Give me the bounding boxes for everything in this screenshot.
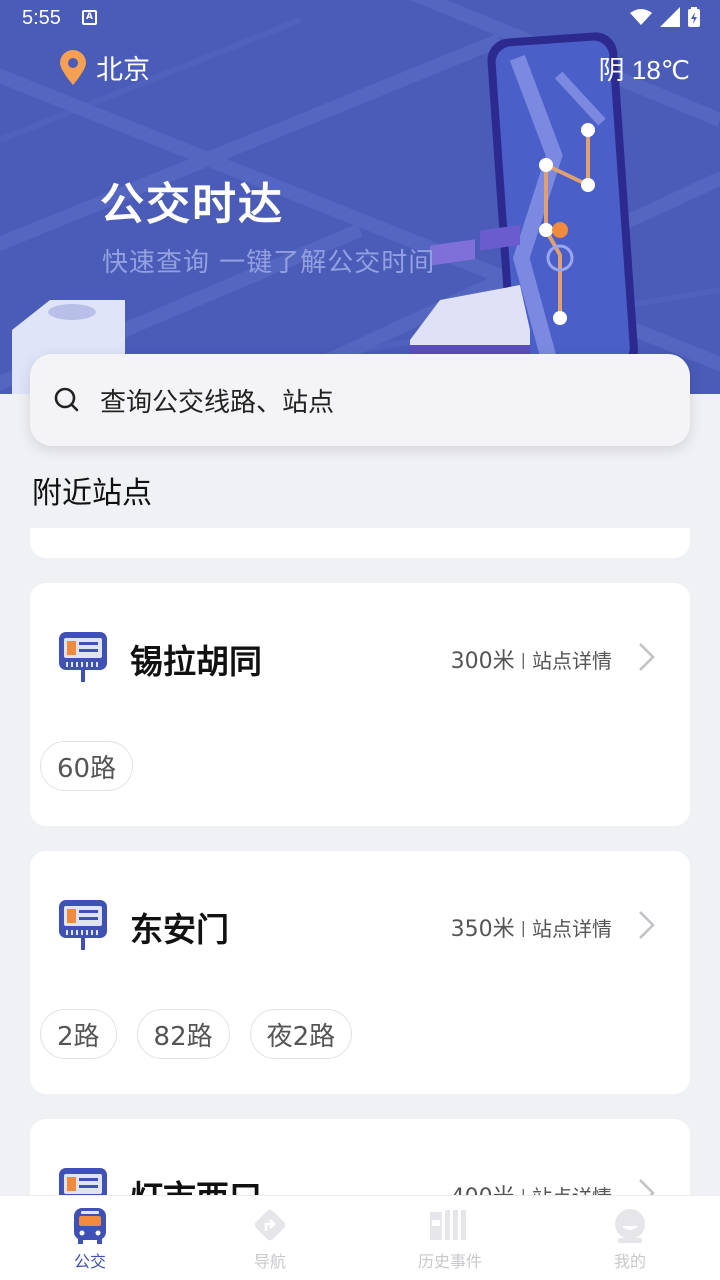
bus-stop-sign-icon [59,900,107,950]
wifi-icon [630,9,652,25]
route-tag[interactable]: 2路 [40,1009,117,1059]
status-icons [630,7,700,27]
chevron-right-icon [639,643,655,671]
stop-detail-link[interactable]: 站点详情 [532,645,612,674]
stop-card-header[interactable]: 锡拉胡同 300米 | 站点详情 [30,583,690,733]
stop-distance: 300米 [450,649,515,674]
navigation-icon [254,1209,286,1241]
search-bar[interactable]: 查询公交线路、站点 [30,354,690,446]
route-tag[interactable]: 82路 [136,1009,230,1059]
nav-tab-profile[interactable]: 我的 [540,1196,720,1280]
meta-separator: | [520,917,526,937]
stop-detail-link[interactable]: 站点详情 [532,913,612,942]
bus-icon [74,1208,106,1244]
stop-card: 东安门 350米 | 站点详情 2路 82路 夜2路 [30,851,690,1094]
stop-meta: 300米 | 站点详情 [451,643,612,675]
meta-separator: | [520,649,526,669]
route-tag[interactable]: 夜2路 [249,1009,353,1059]
notification-a-icon: A [82,10,97,25]
location-selector[interactable]: 北京 [58,48,150,87]
route-list: 60路 [40,741,134,791]
route-list: 2路 82路 夜2路 [40,1009,353,1059]
stop-card: 锡拉胡同 300米 | 站点详情 60路 [30,583,690,826]
bottom-navigation: 公交 导航 历史事件 我的 [0,1195,720,1280]
search-placeholder: 查询公交线路、站点 [100,387,335,418]
hero-banner: 5:55 A 北京 阴 18℃ 公交时达 快速查询 一键了解公交时间 [0,0,720,394]
app-title: 公交时达 [100,179,284,230]
chevron-right-icon [639,911,655,939]
nav-label: 导航 [253,1252,286,1271]
status-time: 5:55 [22,7,61,29]
battery-icon [688,7,700,27]
card-stub [30,528,690,558]
location-pin-icon [60,49,86,85]
app-subtitle: 快速查询 一键了解公交时间 [102,248,436,278]
stop-name: 东安门 [130,910,229,949]
stop-meta: 350米 | 站点详情 [451,911,612,943]
nav-tab-bus[interactable]: 公交 [0,1196,180,1280]
nav-tab-navigation[interactable]: 导航 [180,1196,360,1280]
status-bar: 5:55 A [0,0,720,36]
stop-distance: 350米 [450,917,515,942]
bus-stop-sign-icon [59,632,107,682]
nearby-stops-title: 附近站点 [32,476,152,511]
nav-tab-history[interactable]: 历史事件 [360,1196,540,1280]
nav-label: 我的 [613,1252,646,1271]
weather-info: 阴 18℃ [598,55,690,85]
route-tag[interactable]: 60路 [40,741,134,791]
nav-label: 公交 [73,1252,106,1271]
signal-icon [660,7,680,27]
profile-icon [615,1209,645,1243]
search-icon [54,387,79,412]
nav-label: 历史事件 [417,1252,482,1271]
stop-name: 锡拉胡同 [130,642,262,681]
stop-card-header[interactable]: 东安门 350米 | 站点详情 [30,851,690,1001]
city-name: 北京 [96,55,150,86]
history-icon [430,1210,466,1240]
